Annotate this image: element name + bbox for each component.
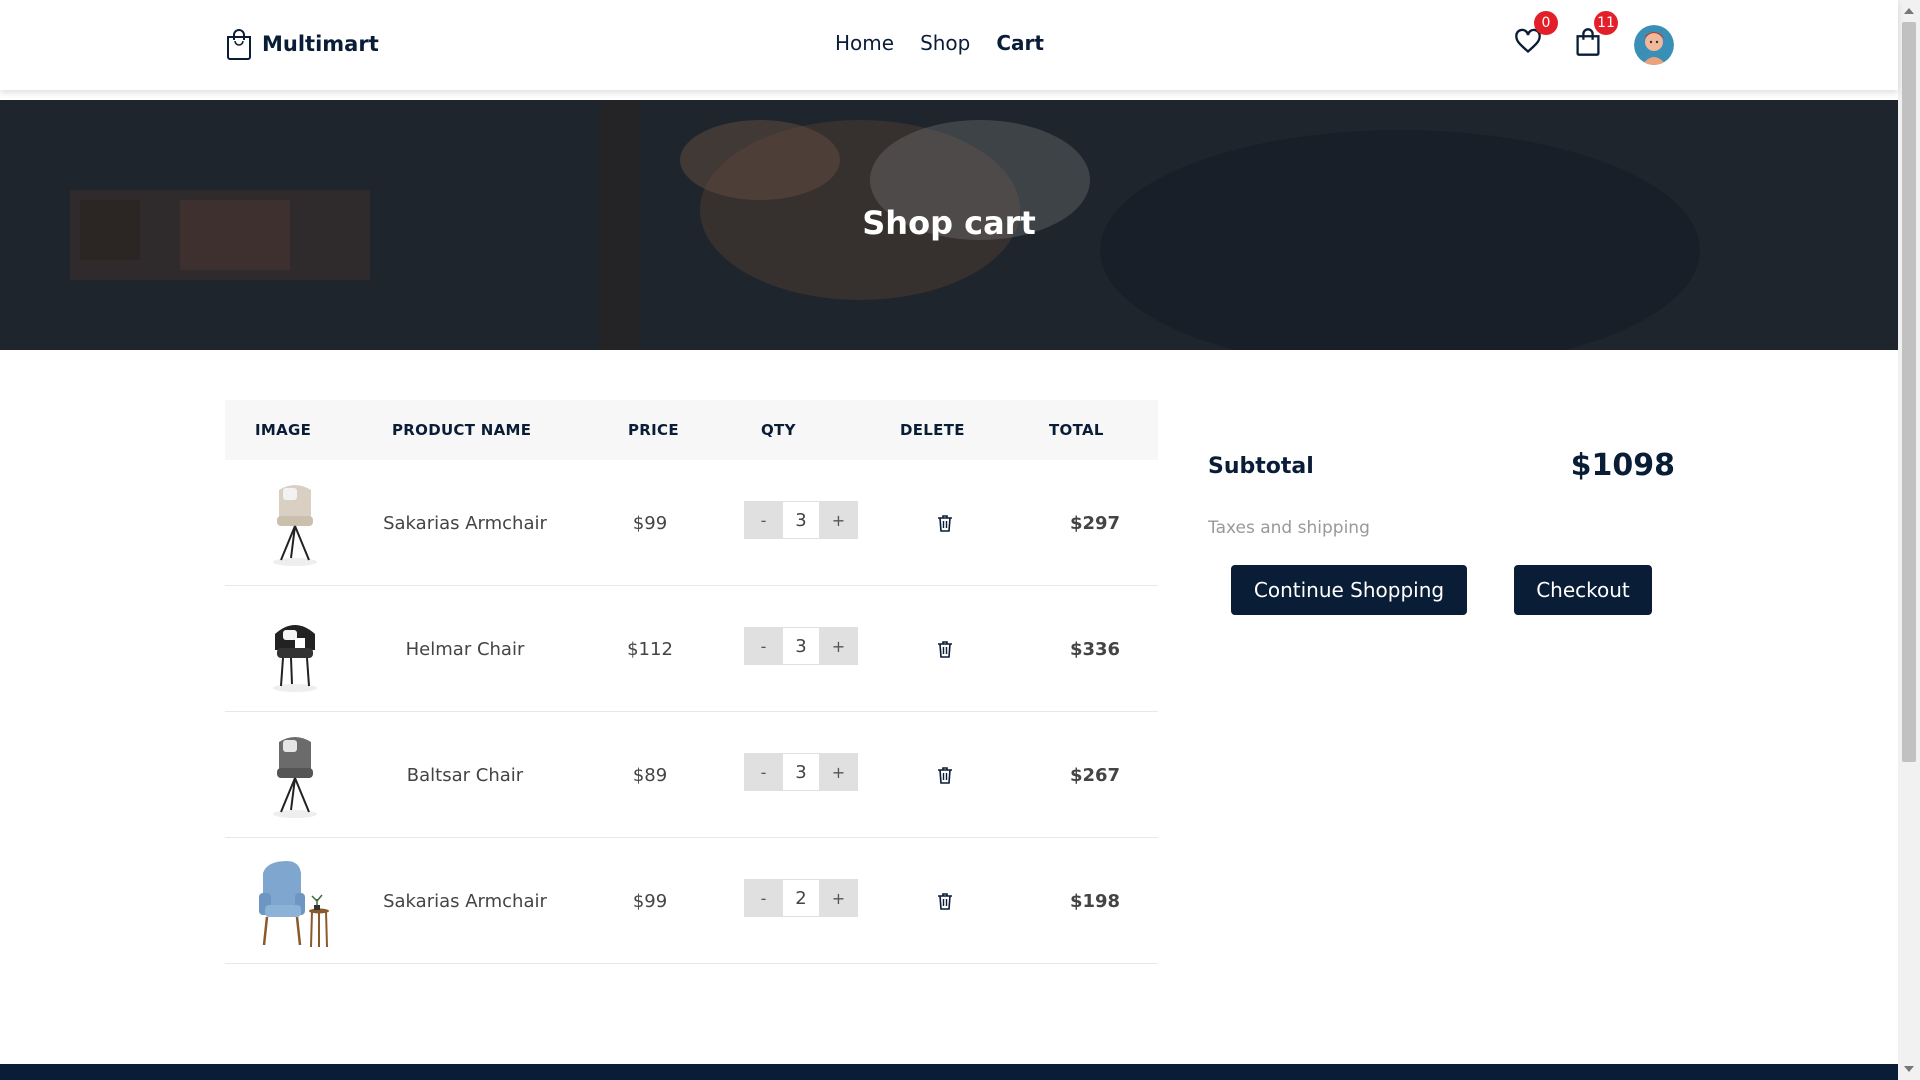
product-price: $112 [627, 638, 673, 660]
armchair-blue-icon [259, 861, 329, 948]
wishlist-count-badge: 0 [1534, 11, 1558, 35]
scroll-down-arrow-icon[interactable] [1904, 1066, 1914, 1072]
table-row: Baltsar Chair $89 - 3 + $267 [225, 712, 1158, 838]
chair-black-white-icon [273, 625, 317, 692]
avatar-image [1634, 25, 1674, 65]
subtotal-value: $1098 [1570, 448, 1675, 483]
footer [0, 1064, 1898, 1080]
nav-home[interactable]: Home [835, 31, 894, 55]
vertical-scrollbar[interactable] [1898, 0, 1920, 1080]
qty-increase-button[interactable]: + [819, 753, 858, 791]
product-name: Helmar Chair [405, 638, 525, 660]
header-total: TOTAL [1049, 421, 1104, 439]
qty-increase-button[interactable]: + [819, 501, 858, 539]
continue-shopping-button[interactable]: Continue Shopping [1231, 565, 1467, 615]
product-price: $99 [632, 512, 668, 534]
qty-increase-button[interactable]: + [819, 627, 858, 665]
qty-decrease-button[interactable]: - [744, 753, 783, 791]
table-header: IMAGE PRODUCT NAME PRICE QTY DELETE TOTA… [225, 400, 1158, 460]
product-name: Sakarias Armchair [383, 890, 547, 912]
hero-banner: Shop cart [0, 100, 1898, 350]
header-image: IMAGE [255, 421, 312, 439]
delete-button[interactable] [930, 460, 960, 586]
checkout-button[interactable]: Checkout [1514, 565, 1652, 615]
qty-decrease-button[interactable]: - [744, 501, 783, 539]
scroll-up-arrow-icon[interactable] [1904, 8, 1914, 14]
table-row: Helmar Chair $112 - 3 + $336 [225, 586, 1158, 712]
product-image [255, 838, 335, 964]
quantity-stepper: - 2 + [744, 879, 858, 917]
row-total: $198 [1069, 890, 1121, 912]
taxes-note: Taxes and shipping [1208, 518, 1370, 538]
cart-table: IMAGE PRODUCT NAME PRICE QTY DELETE TOTA… [225, 400, 1158, 964]
product-price: $89 [632, 764, 668, 786]
qty-decrease-button[interactable]: - [744, 627, 783, 665]
row-total: $267 [1069, 764, 1121, 786]
trash-icon [938, 515, 952, 532]
cart-button[interactable]: 11 [1574, 11, 1618, 57]
header-qty: QTY [761, 421, 796, 439]
header-price: PRICE [628, 421, 679, 439]
nav-cart[interactable]: Cart [996, 31, 1044, 55]
shopping-bag-logo-icon [227, 29, 251, 60]
brand-logo[interactable]: Multimart [224, 28, 379, 60]
cart-count-badge: 11 [1594, 11, 1618, 35]
delete-button[interactable] [930, 586, 960, 712]
table-row: Sakarias Armchair $99 - 3 + $297 [225, 460, 1158, 586]
quantity-stepper: - 3 + [744, 501, 858, 539]
nav-shop[interactable]: Shop [920, 31, 970, 55]
chair-grey-icon [273, 737, 317, 818]
wishlist-button[interactable]: 0 [1514, 11, 1558, 57]
product-price: $99 [632, 890, 668, 912]
header-delete: DELETE [900, 421, 965, 439]
delete-button[interactable] [930, 712, 960, 838]
quantity-stepper: - 3 + [744, 753, 858, 791]
qty-value[interactable]: 3 [783, 501, 819, 539]
chair-beige-icon [273, 485, 317, 566]
trash-icon [938, 767, 952, 784]
trash-icon [938, 641, 952, 658]
hero-title: Shop cart [862, 204, 1036, 242]
brand-name: Multimart [262, 32, 379, 56]
scroll-thumb[interactable] [1902, 22, 1916, 762]
qty-value[interactable]: 3 [783, 627, 819, 665]
qty-decrease-button[interactable]: - [744, 879, 783, 917]
qty-value[interactable]: 2 [783, 879, 819, 917]
header-product-name: PRODUCT NAME [392, 421, 532, 439]
main-nav: Home Shop Cart [835, 31, 1044, 55]
product-name: Baltsar Chair [406, 764, 524, 786]
site-header: Multimart Home Shop Cart 0 11 [0, 0, 1898, 90]
user-avatar[interactable] [1634, 25, 1674, 65]
row-total: $297 [1069, 512, 1121, 534]
table-row: Sakarias Armchair $99 - 2 + $198 [225, 838, 1158, 964]
trash-icon [938, 893, 952, 910]
product-image [255, 712, 335, 838]
subtotal-label: Subtotal [1208, 454, 1314, 479]
qty-increase-button[interactable]: + [819, 879, 858, 917]
product-image [255, 460, 335, 586]
product-name: Sakarias Armchair [383, 512, 547, 534]
product-image [255, 586, 335, 712]
row-total: $336 [1069, 638, 1121, 660]
qty-value[interactable]: 3 [783, 753, 819, 791]
quantity-stepper: - 3 + [744, 627, 858, 665]
delete-button[interactable] [930, 838, 960, 964]
